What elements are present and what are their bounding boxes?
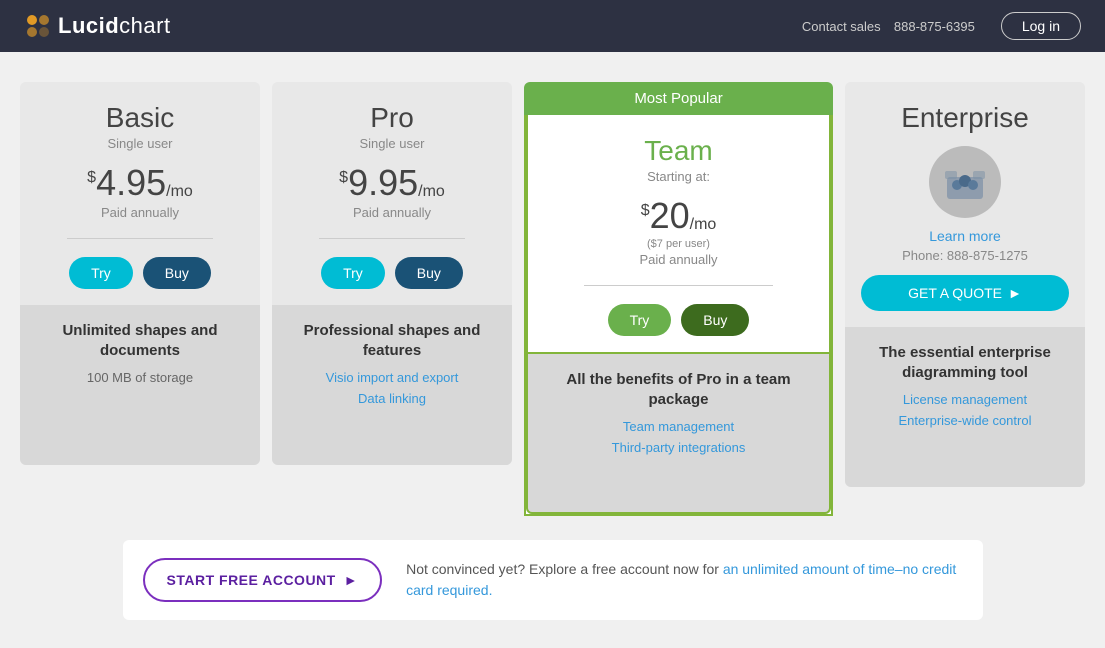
team-subtitle: Starting at: [647, 169, 710, 184]
basic-annually: Paid annually [101, 205, 179, 220]
enterprise-feature-1[interactable]: License management [861, 392, 1069, 407]
enterprise-learn-more[interactable]: Learn more [929, 228, 1001, 244]
login-button[interactable]: Log in [1001, 12, 1081, 40]
pro-dollar: $ [339, 169, 348, 187]
basic-amount: 4.95 [96, 165, 166, 201]
pro-divider [319, 238, 465, 239]
team-card-bottom: All the benefits of Pro in a team packag… [526, 354, 831, 514]
enterprise-feature-title: The essential enterprise diagramming too… [861, 343, 1069, 382]
basic-feature-1: 100 MB of storage [36, 370, 244, 385]
team-btn-row: Try Buy [608, 304, 750, 336]
basic-feature-title: Unlimited shapes and documents [36, 321, 244, 360]
team-price: $ 20 /mo [641, 198, 717, 234]
cta-text: Not convinced yet? Explore a free accoun… [406, 559, 962, 601]
basic-try-button[interactable]: Try [69, 257, 133, 289]
team-divider [584, 285, 772, 286]
basic-buy-button[interactable]: Buy [143, 257, 211, 289]
enterprise-quote-button[interactable]: GET A QUOTE ► [861, 275, 1069, 311]
pro-feature-1[interactable]: Visio import and export [288, 370, 496, 385]
team-period: /mo [690, 216, 717, 234]
pricing-cards: Basic Single user $ 4.95 /mo Paid annual… [20, 82, 1085, 516]
pro-title: Pro [370, 102, 414, 134]
team-feature-2[interactable]: Third-party integrations [544, 440, 813, 455]
pro-try-button[interactable]: Try [321, 257, 385, 289]
team-feature-1[interactable]: Team management [544, 419, 813, 434]
enterprise-card-top: Enterprise Learn more Phone: 888-875-127… [845, 82, 1085, 327]
team-feature-title: All the benefits of Pro in a team packag… [544, 370, 813, 409]
pro-subtitle: Single user [359, 136, 424, 151]
team-amount: 20 [650, 198, 690, 234]
pro-card-top: Pro Single user $ 9.95 /mo Paid annually… [272, 82, 512, 305]
team-title: Team [644, 135, 712, 167]
cta-arrow-icon: ► [344, 572, 358, 588]
team-card-wrapper: Most Popular Team Starting at: $ 20 /mo … [524, 82, 833, 516]
team-card-top: Team Starting at: $ 20 /mo ($7 per user)… [526, 115, 831, 354]
quote-arrow-icon: ► [1008, 285, 1022, 301]
basic-subtitle: Single user [107, 136, 172, 151]
enterprise-icon [929, 146, 1001, 218]
basic-card: Basic Single user $ 4.95 /mo Paid annual… [20, 82, 260, 465]
basic-period: /mo [166, 183, 193, 201]
cta-button-label: START FREE ACCOUNT [167, 572, 336, 588]
popular-badge: Most Popular [524, 82, 833, 115]
team-dollar: $ [641, 202, 650, 220]
pro-annually: Paid annually [353, 205, 431, 220]
pro-period: /mo [418, 183, 445, 201]
team-price-note: ($7 per user) [647, 238, 710, 250]
quote-label: GET A QUOTE [908, 285, 1002, 301]
pro-amount: 9.95 [348, 165, 418, 201]
basic-card-bottom: Unlimited shapes and documents 100 MB of… [20, 305, 260, 465]
header-right: Contact sales 888-875-6395 Log in [802, 12, 1081, 40]
pro-buy-button[interactable]: Buy [395, 257, 463, 289]
basic-title: Basic [106, 102, 174, 134]
pro-btn-row: Try Buy [321, 257, 463, 289]
pro-card-bottom: Professional shapes and features Visio i… [272, 305, 512, 465]
main-content: Basic Single user $ 4.95 /mo Paid annual… [0, 52, 1105, 640]
basic-card-top: Basic Single user $ 4.95 /mo Paid annual… [20, 82, 260, 305]
enterprise-title: Enterprise [901, 102, 1029, 134]
pro-feature-title: Professional shapes and features [288, 321, 496, 360]
start-free-account-button[interactable]: START FREE ACCOUNT ► [143, 558, 383, 602]
team-annually: Paid annually [639, 252, 717, 267]
cta-section: START FREE ACCOUNT ► Not convinced yet? … [123, 540, 983, 620]
enterprise-card-bottom: The essential enterprise diagramming too… [845, 327, 1085, 487]
team-icon-svg [943, 163, 987, 201]
logo: Lucidchart [24, 12, 171, 40]
team-buy-button[interactable]: Buy [681, 304, 749, 336]
team-try-button[interactable]: Try [608, 304, 672, 336]
enterprise-card: Enterprise Learn more Phone: 888-875-127… [845, 82, 1085, 487]
enterprise-feature-2[interactable]: Enterprise-wide control [861, 413, 1069, 428]
pro-feature-2[interactable]: Data linking [288, 391, 496, 406]
team-card: Team Starting at: $ 20 /mo ($7 per user)… [524, 115, 833, 516]
basic-dollar: $ [87, 169, 96, 187]
logo-icon [24, 12, 52, 40]
cta-link[interactable]: an unlimited amount of time–no credit ca… [406, 561, 956, 598]
logo-text: Lucidchart [58, 13, 171, 39]
enterprise-phone: Phone: 888-875-1275 [902, 248, 1028, 263]
pro-price: $ 9.95 /mo [339, 165, 445, 201]
basic-price: $ 4.95 /mo [87, 165, 193, 201]
contact-info: Contact sales 888-875-6395 [802, 19, 981, 34]
pro-card: Pro Single user $ 9.95 /mo Paid annually… [272, 82, 512, 465]
basic-divider [67, 238, 213, 239]
basic-btn-row: Try Buy [69, 257, 211, 289]
header: Lucidchart Contact sales 888-875-6395 Lo… [0, 0, 1105, 52]
